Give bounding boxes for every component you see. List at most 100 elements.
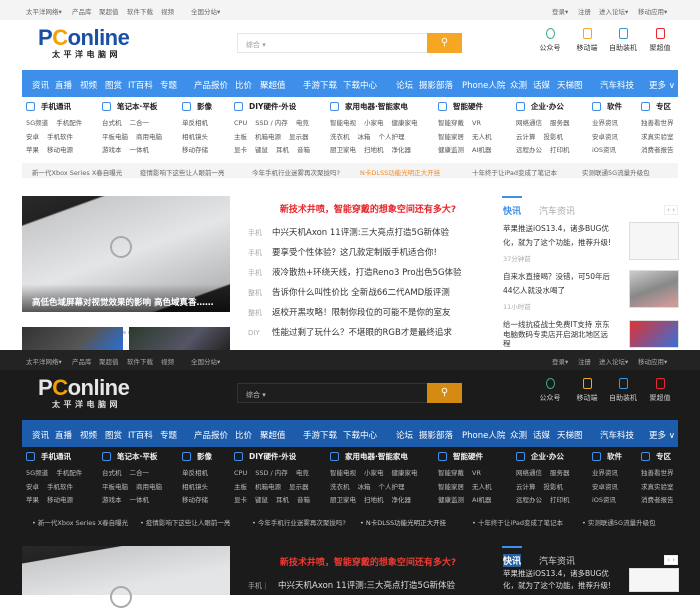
category-link[interactable]: 智能穿戴 <box>438 117 464 127</box>
nav-item[interactable]: 资讯 <box>32 429 49 441</box>
topbar-link[interactable]: 视频 <box>161 6 174 16</box>
logo[interactable]: PConline 太平洋电脑网 <box>38 27 138 60</box>
category-link[interactable]: 苹果 <box>26 494 39 504</box>
tab-arrows[interactable]: ‹ › <box>664 205 678 215</box>
hero-carousel[interactable] <box>22 546 230 608</box>
nav-item[interactable]: 众测 <box>510 79 527 91</box>
category-link[interactable]: 显卡 <box>234 494 247 504</box>
category-link[interactable]: 净化器 <box>392 144 412 154</box>
category-link[interactable]: 显卡 <box>234 144 247 154</box>
search-button[interactable]: ⚲ <box>427 383 462 403</box>
category-link[interactable]: 打印机 <box>550 144 570 154</box>
topbar-link[interactable]: 全国分站▾ <box>191 6 220 16</box>
login-link[interactable]: 登录▾ <box>552 356 568 366</box>
ticker-item[interactable]: 实测联通5G流量升级包 <box>582 517 656 527</box>
topbar-link[interactable]: 软件下载 <box>127 6 153 16</box>
category-link[interactable]: iOS资讯 <box>592 494 616 504</box>
category-link[interactable]: 机箱电源 <box>255 481 281 491</box>
category-link[interactable]: 移动存储 <box>182 494 208 504</box>
mobile-app-link[interactable]: 移动应用▾ <box>638 6 667 16</box>
category-link[interactable]: 手机配件 <box>56 467 82 477</box>
category-link[interactable]: 平板电脑 <box>102 131 128 141</box>
nav-item[interactable]: Phone人院 <box>462 429 505 441</box>
category-link[interactable]: SSD / 内存 <box>255 467 288 477</box>
category-link[interactable]: 云计算 <box>516 131 536 141</box>
category-link[interactable]: 移动存储 <box>182 144 208 154</box>
nav-item[interactable]: 专题 <box>160 429 177 441</box>
nav-item[interactable]: 众测 <box>510 429 527 441</box>
news-item[interactable]: 整机 告诉你什么叫性价比 全新战66二代AMD版评测 <box>248 286 488 298</box>
diy-build-button[interactable]: 自助装机 <box>606 28 640 53</box>
category-link[interactable]: 消费者报告 <box>641 494 674 504</box>
category-link[interactable]: 二合一 <box>130 117 150 127</box>
category-link[interactable]: 无人机 <box>472 131 492 141</box>
category-link[interactable]: 单反相机 <box>182 467 208 477</box>
nav-item[interactable]: 天梯图 <box>557 79 583 91</box>
category-link[interactable]: 厨卫家电 <box>330 494 356 504</box>
nav-item[interactable]: 比价 <box>235 79 252 91</box>
category-title[interactable]: DIY硬件·外设 <box>234 451 318 467</box>
news-title[interactable]: 中兴天机Axon 11评测:三大亮点打造5G新体验 <box>272 228 449 238</box>
category-link[interactable]: 移动电源 <box>47 144 73 154</box>
category-link[interactable]: iOS资讯 <box>592 144 616 154</box>
flash-item[interactable]: 给一线抗疫战士免费IT支持 京东电脑数码专卖店开启湖北地区远程 <box>503 320 679 349</box>
nav-item[interactable]: 话媒 <box>533 429 550 441</box>
category-link[interactable]: 机箱电源 <box>255 131 281 141</box>
category-link[interactable]: 个人护理 <box>379 131 405 141</box>
category-link[interactable]: 厨卫家电 <box>330 144 356 154</box>
category-link[interactable]: 显示器 <box>289 131 309 141</box>
category-link[interactable]: 冰箱 <box>358 481 371 491</box>
category-link[interactable]: CPU <box>234 469 247 477</box>
category-link[interactable]: 网络通信 <box>516 467 542 477</box>
category-link[interactable]: 独善看世界 <box>641 117 674 127</box>
category-link[interactable]: 洗衣机 <box>330 131 350 141</box>
ticker-item[interactable]: N卡DLSS功能光明正大开挂 <box>360 167 440 177</box>
nav-item[interactable]: 专题 <box>160 79 177 91</box>
category-link[interactable]: 台式机 <box>102 467 122 477</box>
category-link[interactable]: 健康监测 <box>438 494 464 504</box>
category-link[interactable]: 智能电视 <box>330 467 356 477</box>
nav-item[interactable]: 视频 <box>80 429 97 441</box>
topbar-link[interactable]: 产品库 <box>72 6 92 16</box>
search-input[interactable]: 综合 ▾ <box>237 33 428 53</box>
diy-build-button[interactable]: 自助装机 <box>606 378 640 403</box>
ticker-item[interactable]: 新一代Xbox Series X春自曝光 <box>32 517 128 527</box>
news-title[interactable]: 返校开黑攻略！限制你段位的可能不是你的室友 <box>272 308 451 318</box>
category-link[interactable]: 远程办公 <box>516 144 542 154</box>
tab-auto[interactable]: 汽车资讯 <box>539 204 575 217</box>
topbar-link[interactable]: 聚超值 <box>99 356 119 366</box>
hero-carousel[interactable]: 高低色域屏幕对视觉效果的影响 高色域真香…… <box>22 196 230 312</box>
category-link[interactable]: 安卓资讯 <box>592 481 618 491</box>
nav-item[interactable]: 聚超值 <box>260 429 286 441</box>
headline-link[interactable]: 新技术井喷，智能穿戴的想象空间还有多大? <box>248 202 488 215</box>
category-link[interactable]: 相机镜头 <box>182 481 208 491</box>
category-link[interactable]: 移动电源 <box>47 494 73 504</box>
category-link[interactable]: 独善看世界 <box>641 467 674 477</box>
category-link[interactable]: 安卓 <box>26 481 39 491</box>
category-link[interactable]: 主板 <box>234 131 247 141</box>
ticker-item[interactable]: 实测联通5G流量升级包 <box>582 167 650 177</box>
deals-button[interactable]: 聚超值 <box>643 28 677 53</box>
ticker-item[interactable]: 今年手机行业迷雾再次聚拢吗? <box>252 517 346 527</box>
carousel-dots[interactable] <box>100 319 152 334</box>
flash-item[interactable]: 自来水直接喝？没错，可50年后44亿人就没水喝了 11小时前 <box>503 270 679 311</box>
mobile-button[interactable]: 移动端 <box>570 28 604 53</box>
category-title[interactable]: 企业·办公 <box>516 451 578 467</box>
ticker-item[interactable]: 新一代Xbox Series X春自曝光 <box>32 167 122 177</box>
category-link[interactable]: 冰箱 <box>358 131 371 141</box>
category-link[interactable]: 投影机 <box>544 131 564 141</box>
ticker-item[interactable]: 疫情影响下这些让人眼前一亮 <box>140 517 231 527</box>
nav-item[interactable]: 汽车科技 <box>600 79 634 91</box>
category-title[interactable]: 笔记本·平板 <box>102 101 170 117</box>
wechat-button[interactable]: 公众号 <box>533 378 567 403</box>
category-link[interactable]: 主板 <box>234 481 247 491</box>
category-title[interactable]: 家用电器·智能家电 <box>330 451 426 467</box>
category-link[interactable]: 键鼠 <box>255 144 268 154</box>
nav-item[interactable]: IT百科 <box>128 79 153 91</box>
category-link[interactable]: 扫地机 <box>364 144 384 154</box>
category-title[interactable]: 专区 <box>641 101 682 117</box>
nav-item[interactable]: 资讯 <box>32 79 49 91</box>
wechat-button[interactable]: 公众号 <box>533 28 567 53</box>
topbar-link[interactable]: 软件下载 <box>127 356 153 366</box>
nav-item[interactable]: 论坛 <box>396 79 413 91</box>
